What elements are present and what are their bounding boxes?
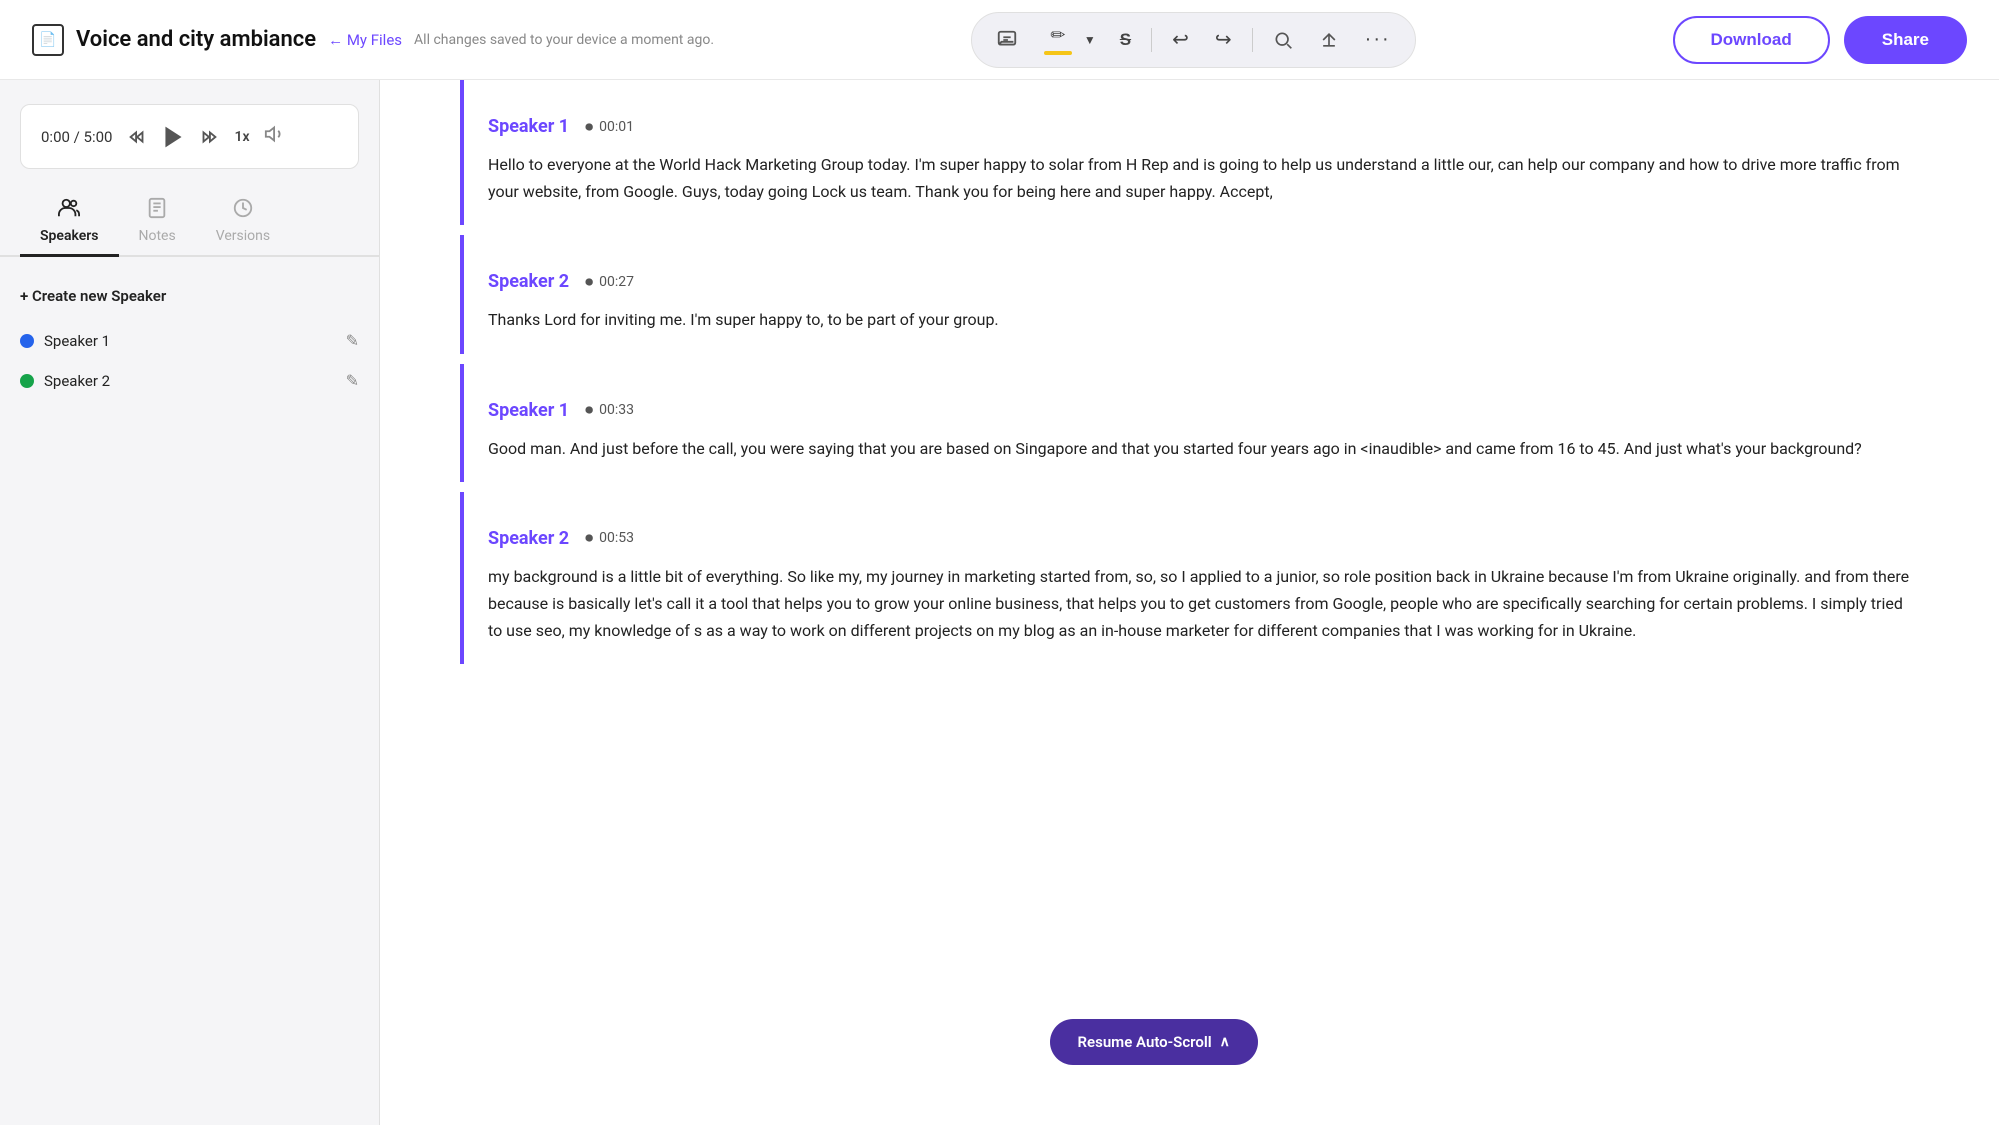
speaker-2-name: Speaker 2 [44,372,110,390]
tab-versions-label: Versions [216,228,270,244]
header: 📄 Voice and city ambiance ← My Files All… [0,0,1999,80]
resume-scroll-label: Resume Auto-Scroll [1078,1033,1212,1051]
volume-icon[interactable] [264,123,286,150]
timestamp-0: ⏺ 00:01 [585,117,634,137]
upload-button[interactable] [1313,26,1345,54]
timestamp-value-0: 00:01 [599,119,634,135]
transcript-block-3: Speaker 2 ⏺ 00:53 my background is a lit… [460,492,1919,665]
header-actions: Download Share [1673,16,1967,64]
transcript-block-2: Speaker 1 ⏺ 00:33 Good man. And just bef… [460,364,1919,482]
sidebar-tabs: Speakers Notes Versions [0,185,379,257]
page-title: Voice and city ambiance [76,27,316,52]
toolbar: ✏ ▼ S ↩ ↪ ··· [971,12,1416,68]
speaker-name-1: Speaker 2 [488,271,569,292]
speaker-header-2: Speaker 1 ⏺ 00:33 [488,400,1919,421]
speakers-icon [58,197,80,224]
search-button[interactable] [1267,26,1299,54]
speaker-header-1: Speaker 2 ⏺ 00:27 [488,271,1919,292]
speaker-1-edit-button[interactable]: ✎ [346,331,359,351]
sidebar: 0:00 / 5:00 1x Speakers [0,80,380,1125]
autosave-status: All changes saved to your device a momen… [414,32,714,48]
versions-icon [232,197,254,224]
highlight-tool[interactable]: ✏ ▼ [1038,21,1100,59]
header-left: 📄 Voice and city ambiance ← My Files All… [32,24,714,56]
rewind-button[interactable] [126,126,148,148]
speaker-row-1: Speaker 1 ✎ [20,321,359,361]
timestamp-2: ⏺ 00:33 [585,400,634,420]
timestamp-1: ⏺ 00:27 [585,272,634,292]
more-button[interactable]: ··· [1359,24,1397,55]
timestamp-value-3: 00:53 [599,530,634,546]
speaker-1-info: Speaker 1 [20,332,110,350]
undo-button[interactable]: ↩ [1166,23,1195,56]
redo-button[interactable]: ↪ [1209,23,1238,56]
speaker-2-info: Speaker 2 [20,372,110,390]
tab-notes[interactable]: Notes [119,189,196,257]
clock-icon-1: ⏺ [585,272,593,292]
toolbar-divider-2 [1252,28,1253,52]
transcript-block-0: Speaker 1 ⏺ 00:01 Hello to everyone at t… [460,80,1919,225]
transcript-text-3: my background is a little bit of everyth… [488,563,1919,645]
speaker-name-0: Speaker 1 [488,116,569,137]
speaker-1-dot [20,334,34,348]
resume-autoscroll-button[interactable]: Resume Auto-Scroll ∧ [1050,1019,1258,1065]
download-button[interactable]: Download [1673,16,1830,64]
doc-icon: 📄 [32,24,64,56]
transcript-block-1: Speaker 2 ⏺ 00:27 Thanks Lord for inviti… [460,235,1919,353]
speaker-row-2: Speaker 2 ✎ [20,361,359,401]
notes-icon [146,197,168,224]
back-link[interactable]: ← My Files [328,31,402,49]
toolbar-divider-1 [1151,28,1152,52]
transcript-text-2: Good man. And just before the call, you … [488,435,1919,462]
speaker-name-3: Speaker 2 [488,528,569,549]
player-speed[interactable]: 1x [234,129,249,145]
speaker-header-0: Speaker 1 ⏺ 00:01 [488,116,1919,137]
create-speaker-button[interactable]: + Create new Speaker [20,277,359,321]
clock-icon-0: ⏺ [585,117,593,137]
speaker-name-2: Speaker 1 [488,400,569,421]
comment-button[interactable] [990,25,1024,55]
clock-icon-3: ⏺ [585,528,593,548]
play-button[interactable] [162,126,184,148]
audio-player: 0:00 / 5:00 1x [20,104,359,169]
speakers-panel: + Create new Speaker Speaker 1 ✎ Speaker… [0,257,379,1125]
player-time: 0:00 / 5:00 [41,128,112,146]
timestamp-value-1: 00:27 [599,274,634,290]
timestamp-value-2: 00:33 [599,402,634,418]
timestamp-3: ⏺ 00:53 [585,528,634,548]
transcript-text-1: Thanks Lord for inviting me. I'm super h… [488,306,1919,333]
highlight-button[interactable]: ✏ [1038,21,1078,59]
speaker-header-3: Speaker 2 ⏺ 00:53 [488,528,1919,549]
share-button[interactable]: Share [1844,16,1967,64]
tab-notes-label: Notes [139,228,176,244]
speaker-2-edit-button[interactable]: ✎ [346,371,359,391]
forward-button[interactable] [198,126,220,148]
tab-versions[interactable]: Versions [196,189,290,257]
main-content: Speaker 1 ⏺ 00:01 Hello to everyone at t… [380,80,1999,1125]
strikethrough-button[interactable]: S [1114,26,1137,54]
speaker-2-dot [20,374,34,388]
clock-icon-2: ⏺ [585,400,593,420]
tab-speakers-label: Speakers [40,228,99,244]
transcript-text-0: Hello to everyone at the World Hack Mark… [488,151,1919,205]
highlight-dropdown[interactable]: ▼ [1080,31,1100,49]
speaker-1-name: Speaker 1 [44,332,110,350]
chevron-up-icon: ∧ [1220,1034,1230,1050]
tab-speakers[interactable]: Speakers [20,189,119,257]
app-body: 0:00 / 5:00 1x Speakers [0,80,1999,1125]
